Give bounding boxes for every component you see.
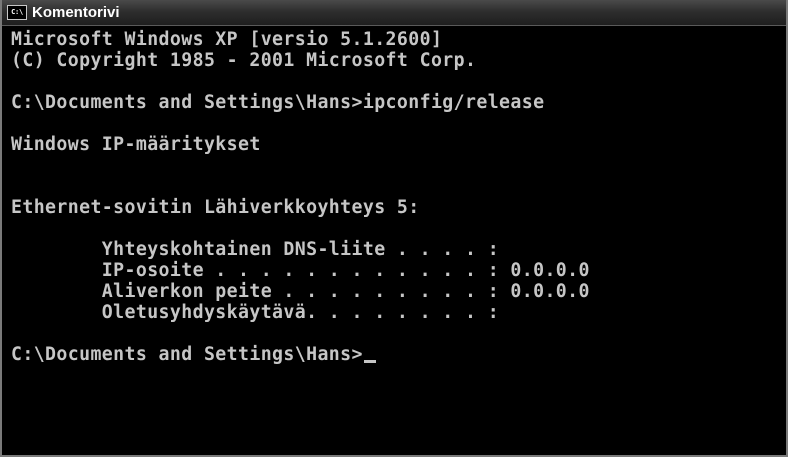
console-line: (C) Copyright 1985 - 2001 Microsoft Corp… bbox=[11, 50, 477, 71]
title-bar[interactable]: C:\ Komentorivi bbox=[2, 0, 786, 26]
console-line: Windows IP-määritykset bbox=[11, 134, 261, 155]
console-line: C:\Documents and Settings\Hans>ipconfig/… bbox=[11, 92, 545, 113]
console-line: Microsoft Windows XP [versio 5.1.2600] bbox=[11, 29, 443, 50]
command-prompt: C:\Documents and Settings\Hans> bbox=[11, 344, 363, 365]
window-title: Komentorivi bbox=[32, 4, 120, 21]
console-line: IP-osoite . . . . . . . . . . . . : 0.0.… bbox=[11, 260, 590, 281]
console-app-icon[interactable]: C:\ bbox=[7, 5, 27, 20]
text-cursor bbox=[363, 360, 376, 363]
console-line: Yhteyskohtainen DNS-liite . . . . : bbox=[11, 239, 500, 260]
console-line: Ethernet-sovitin Lähiverkkoyhteys 5: bbox=[11, 197, 420, 218]
command-prompt-line[interactable]: C:\Documents and Settings\Hans> bbox=[11, 344, 780, 365]
command-prompt-window[interactable]: C:\ Komentorivi Microsoft Windows XP [ve… bbox=[0, 0, 788, 457]
console-line: Aliverkon peite . . . . . . . . . : 0.0.… bbox=[11, 281, 590, 302]
console-output[interactable]: Microsoft Windows XP [versio 5.1.2600] (… bbox=[11, 29, 780, 451]
console-line: Oletusyhdyskäytävä. . . . . . . . : bbox=[11, 302, 500, 323]
